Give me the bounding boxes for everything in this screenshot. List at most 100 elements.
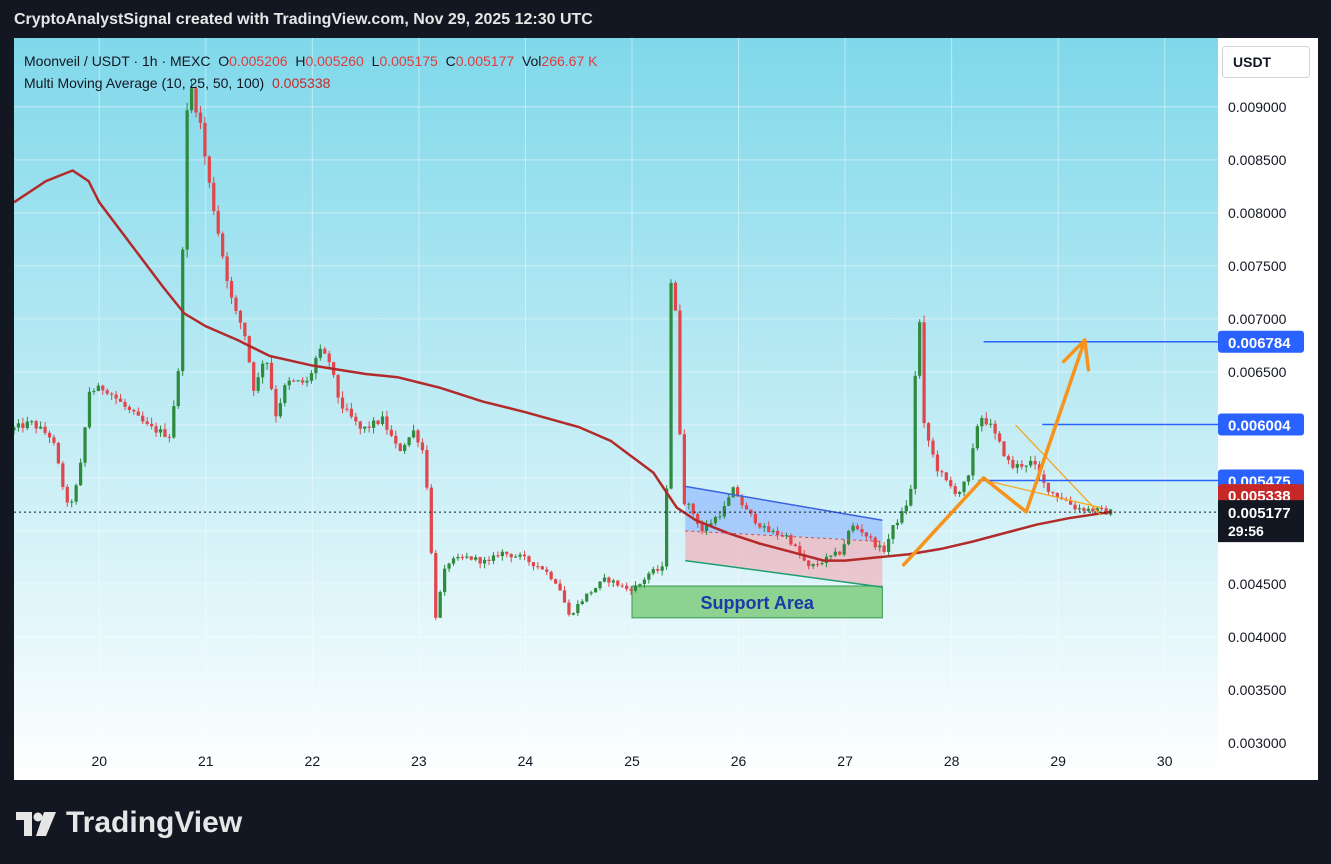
legend-symbol[interactable]: Moonveil / USDT · 1h · MEXC xyxy=(24,53,210,69)
candle-body xyxy=(909,488,913,506)
candle-body xyxy=(815,564,820,566)
candle-body xyxy=(922,322,926,424)
candle-body xyxy=(163,429,167,437)
candle-body xyxy=(940,471,944,473)
candle-body xyxy=(371,420,376,428)
x-tick-label: 28 xyxy=(944,753,960,769)
candle-body xyxy=(443,568,447,593)
candle-body xyxy=(354,416,358,422)
legend-open-value: 0.005206 xyxy=(229,53,288,69)
price-scale-background[interactable] xyxy=(1218,38,1318,780)
x-tick-label: 22 xyxy=(305,753,321,769)
candle-body xyxy=(873,537,877,548)
candle-body xyxy=(43,426,47,433)
candle-body xyxy=(1033,460,1037,465)
candle-body xyxy=(740,496,744,506)
candle-body xyxy=(847,530,851,545)
candle-body xyxy=(158,429,163,433)
candle-body xyxy=(265,362,269,364)
candle-body xyxy=(141,415,145,422)
price-label: 0.006004 xyxy=(1228,417,1291,434)
candle-body xyxy=(593,588,598,593)
chart-legend: Moonveil / USDT · 1h · MEXC O0.005206 H0… xyxy=(24,50,597,94)
candle-body xyxy=(460,556,465,558)
price-chart[interactable]: Support Area 0.009000 0.008500 0.008000 0.0… xyxy=(14,38,1318,780)
candle-body xyxy=(482,559,487,564)
candle-body xyxy=(260,363,265,378)
tradingview-logo-icon xyxy=(16,812,56,836)
candle-body xyxy=(1073,504,1077,510)
candle-body xyxy=(465,556,469,558)
candle-body xyxy=(56,442,61,464)
candle-body xyxy=(598,581,602,589)
candle-body xyxy=(536,566,540,568)
legend-indicator-name[interactable]: Multi Moving Average (10, 25, 50, 100) xyxy=(24,75,264,91)
candle-body xyxy=(340,397,345,409)
currency-button[interactable]: USDT xyxy=(1222,46,1310,78)
candle-body xyxy=(407,437,411,446)
x-tick-label: 26 xyxy=(731,753,747,769)
candle-body xyxy=(900,511,904,523)
candle-body xyxy=(65,486,69,503)
candle-body xyxy=(727,497,731,506)
candle-body xyxy=(567,602,571,615)
candle-body xyxy=(895,522,900,526)
candle-body xyxy=(580,601,584,605)
candle-body xyxy=(851,525,855,531)
candle-body xyxy=(451,558,456,564)
candle-body xyxy=(176,371,180,407)
candle-body xyxy=(318,348,322,358)
candle-body xyxy=(1042,474,1046,483)
candle-body xyxy=(820,563,824,565)
candle-body xyxy=(336,375,340,398)
chart-header-title: CryptoAnalystSignal created with Trading… xyxy=(14,11,593,28)
candle-body xyxy=(487,559,491,561)
legend-high-label: H xyxy=(295,53,306,69)
candle-body xyxy=(447,563,451,569)
candle-body xyxy=(949,480,953,487)
chart-frame[interactable]: Support Area 0.009000 0.008500 0.008000 0.0… xyxy=(14,38,1318,780)
y-tick-label: 0.007500 xyxy=(1228,258,1287,274)
candle-body xyxy=(514,556,518,558)
y-tick-label: 0.004500 xyxy=(1228,576,1287,592)
candle-body xyxy=(411,430,416,438)
candle-body xyxy=(398,443,402,452)
candle-body xyxy=(296,380,300,382)
candle-body xyxy=(558,583,562,591)
candle-body xyxy=(305,380,309,383)
candle-body xyxy=(957,492,962,494)
candle-body xyxy=(722,505,726,517)
candle-body xyxy=(878,545,882,548)
candle-body xyxy=(212,182,216,212)
legend-volume-value: 266.67 K xyxy=(541,53,598,69)
candle-body xyxy=(944,472,948,481)
candle-body xyxy=(61,463,65,487)
candle-body xyxy=(989,423,993,425)
candle-body xyxy=(1051,491,1055,493)
y-tick-label: 0.007000 xyxy=(1228,311,1287,327)
candle-body xyxy=(234,297,238,311)
candle-body xyxy=(14,427,16,431)
candle-body xyxy=(345,408,349,410)
price-label: 0.006784 xyxy=(1228,335,1291,352)
candle-body xyxy=(713,516,718,524)
y-tick-label: 0.008000 xyxy=(1228,205,1287,221)
candle-body xyxy=(869,536,873,538)
candle-body xyxy=(327,353,331,363)
legend-open-label: O xyxy=(218,53,230,69)
candle-body xyxy=(101,385,105,391)
x-tick-label: 27 xyxy=(837,753,853,769)
candle-body xyxy=(1006,456,1011,460)
candle-body xyxy=(136,411,140,416)
candle-body xyxy=(127,406,132,410)
candle-body xyxy=(1086,508,1090,511)
candle-body xyxy=(469,556,473,560)
y-tick-label: 0.004000 xyxy=(1228,629,1287,645)
candle-body xyxy=(21,423,25,429)
candle-body xyxy=(1024,465,1028,467)
last-price-label: 0.005177 xyxy=(1228,505,1291,522)
candle-body xyxy=(243,322,247,337)
candle-body xyxy=(882,545,886,552)
candle-body xyxy=(367,426,371,428)
candle-body xyxy=(185,110,189,250)
